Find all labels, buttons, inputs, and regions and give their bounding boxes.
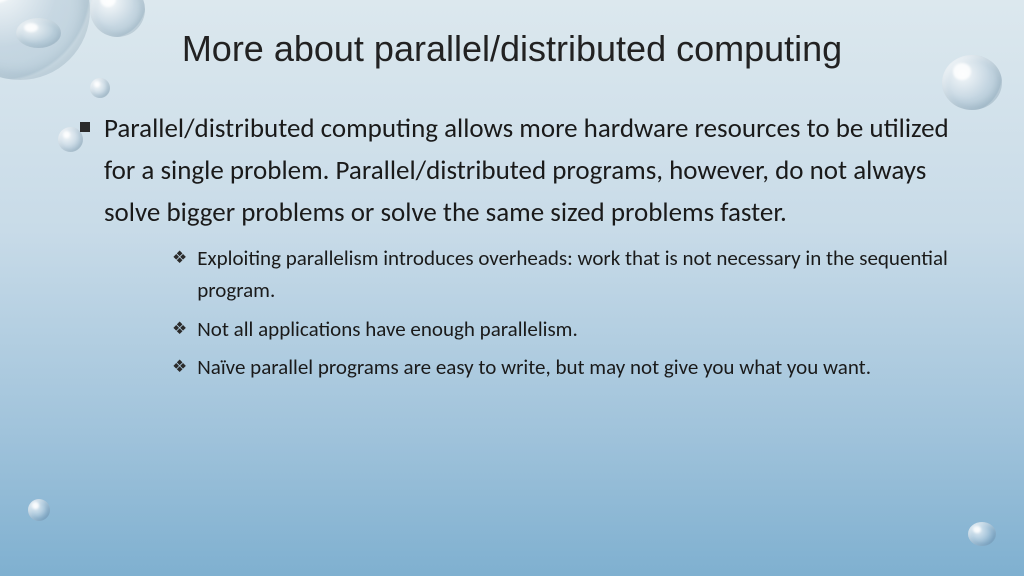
sub-bullet-item: ❖ Naïve parallel programs are easy to wr… — [172, 351, 964, 384]
slide-content: Parallel/distributed computing allows mo… — [80, 108, 964, 390]
sub-bullet-item: ❖ Exploiting parallelism introduces over… — [172, 242, 964, 307]
bubble-decor — [28, 499, 50, 521]
square-bullet-icon — [80, 122, 90, 132]
sub-bullet-text: Not all applications have enough paralle… — [197, 313, 578, 346]
bullet-text: Parallel/distributed computing allows mo… — [104, 108, 964, 234]
sub-bullet-text: Exploiting parallelism introduces overhe… — [197, 242, 964, 307]
bullet-item: Parallel/distributed computing allows mo… — [80, 108, 964, 234]
sub-bullet-item: ❖ Not all applications have enough paral… — [172, 313, 964, 346]
bubble-decor — [968, 522, 996, 546]
bubble-decor — [90, 78, 110, 98]
sub-bullet-text: Naïve parallel programs are easy to writ… — [197, 351, 871, 384]
sub-bullet-list: ❖ Exploiting parallelism introduces over… — [172, 242, 964, 384]
diamond-bullet-icon: ❖ — [172, 244, 187, 271]
diamond-bullet-icon: ❖ — [172, 353, 187, 380]
diamond-bullet-icon: ❖ — [172, 315, 187, 342]
slide-title: More about parallel/distributed computin… — [0, 28, 1024, 70]
